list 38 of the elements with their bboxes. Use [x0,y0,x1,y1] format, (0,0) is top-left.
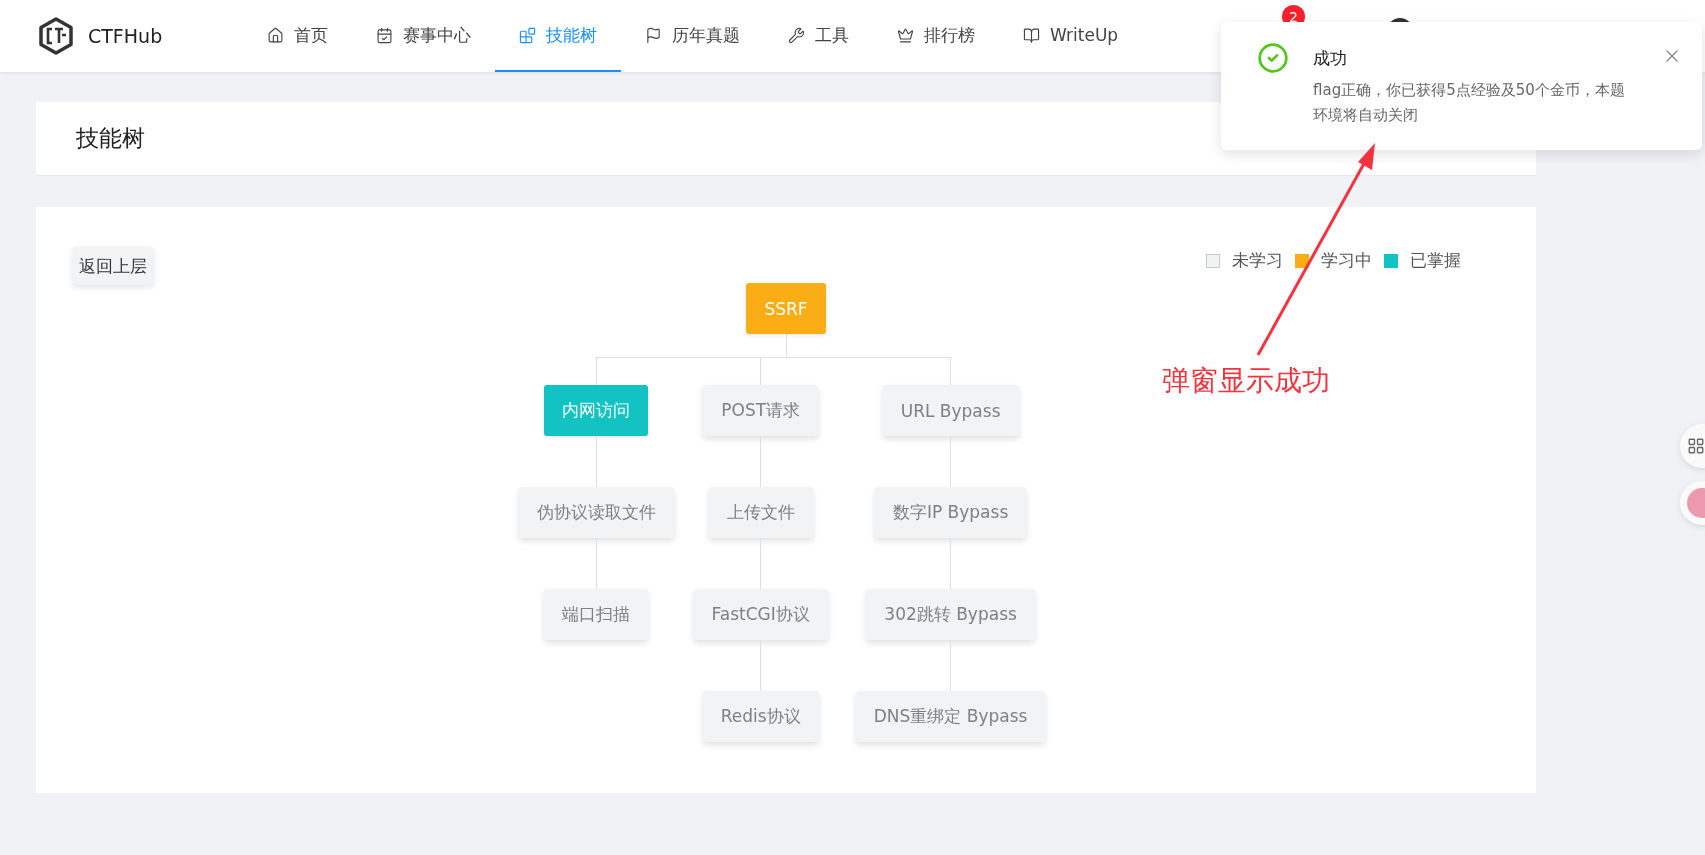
annotation-text: 弹窗显示成功 [1162,363,1330,399]
home-icon [267,26,284,44]
tree-node[interactable]: URL Bypass [882,385,1019,436]
tree-node[interactable]: Redis协议 [702,691,819,742]
legend-label: 已掌握 [1410,249,1461,272]
nav-tab[interactable]: 排行榜 [873,0,999,72]
nav-tab[interactable]: 首页 [243,0,352,72]
tree-node[interactable]: DNS重绑定 Bypass [855,691,1046,742]
tree-node[interactable]: POST请求 [703,385,819,436]
tree-node[interactable]: SSRF [746,283,826,334]
legend-label: 未学习 [1232,249,1283,272]
brand-name: CTFHub [88,25,163,47]
book-icon [1023,26,1040,44]
tree-node[interactable]: 上传文件 [708,487,813,538]
tree-node[interactable]: 端口扫描 [544,589,649,640]
tree-node[interactable]: 数字IP Bypass [874,487,1027,538]
tree-node[interactable]: 内网访问 [544,385,649,436]
tree-node[interactable]: FastCGI协议 [693,589,828,640]
nav-tab[interactable]: 赛事中心 [352,0,495,72]
tree-node[interactable]: 伪协议读取文件 [518,487,674,538]
nav-tab[interactable]: 技能树 [495,0,621,72]
legend-label: 学习中 [1321,249,1372,272]
flag-icon [645,26,662,44]
logo-icon [38,17,74,55]
success-icon [1257,42,1289,74]
wrench-icon [788,26,805,44]
notification-message: flag正确，你已获得5点经验及50个金币，本题环境将自动关闭 [1313,80,1626,126]
notification-title: 成功 [1313,47,1348,70]
nav-tab[interactable]: WriteUp [999,0,1143,72]
blocks-icon [519,26,536,44]
nav-tab[interactable]: 历年真题 [621,0,764,72]
calendar-icon [376,26,393,44]
crown-icon [897,26,914,44]
grid-icon [1687,437,1705,455]
nav-tab[interactable]: 工具 [764,0,873,72]
back-button[interactable]: 返回上层 [73,247,153,285]
page-title: 技能树 [76,124,145,153]
tree-node[interactable]: 302跳转 Bypass [866,589,1035,640]
